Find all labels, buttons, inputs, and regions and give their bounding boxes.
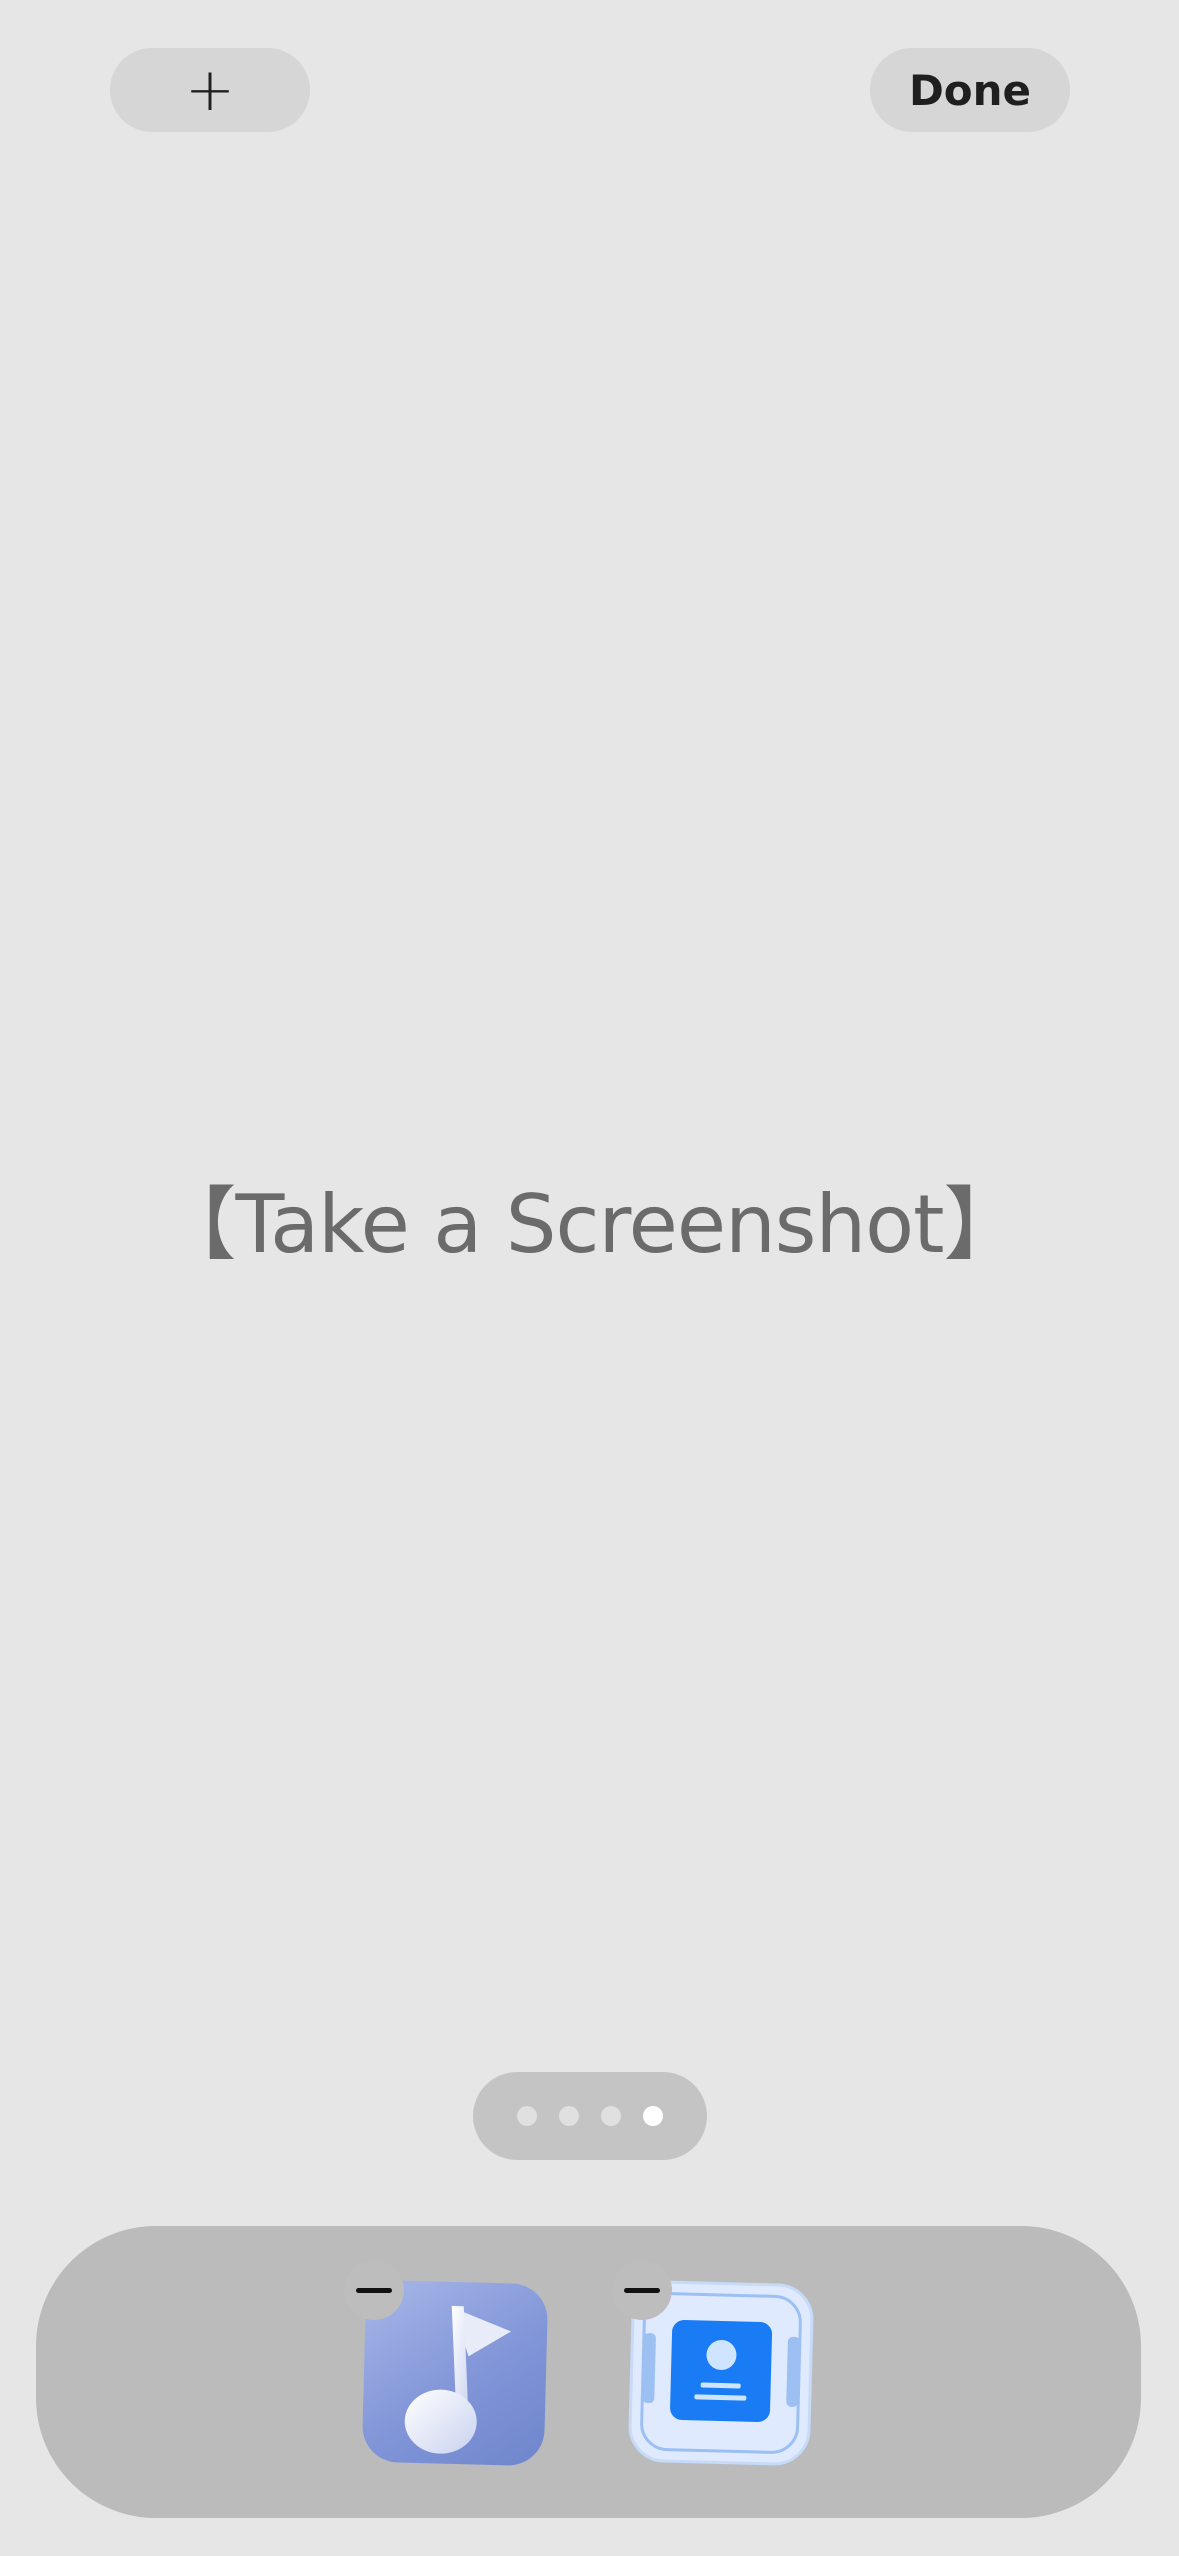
- minus-icon: [356, 2287, 392, 2293]
- minus-icon: [624, 2287, 660, 2293]
- remove-contacts-button[interactable]: [612, 2260, 672, 2320]
- add-widget-button[interactable]: +: [110, 48, 310, 132]
- page-dot-1[interactable]: [517, 2106, 537, 2126]
- page-dot-2[interactable]: [559, 2106, 579, 2126]
- plus-icon: +: [184, 55, 236, 125]
- page-dot-4-current[interactable]: [643, 2106, 663, 2126]
- page-indicator[interactable]: [473, 2072, 707, 2160]
- page-dot-3[interactable]: [601, 2106, 621, 2126]
- dock: [36, 2226, 1141, 2518]
- done-button[interactable]: Done: [870, 48, 1070, 132]
- placeholder-text: 【Take a Screenshot】: [156, 1178, 1024, 1271]
- remove-music-button[interactable]: [344, 2260, 404, 2320]
